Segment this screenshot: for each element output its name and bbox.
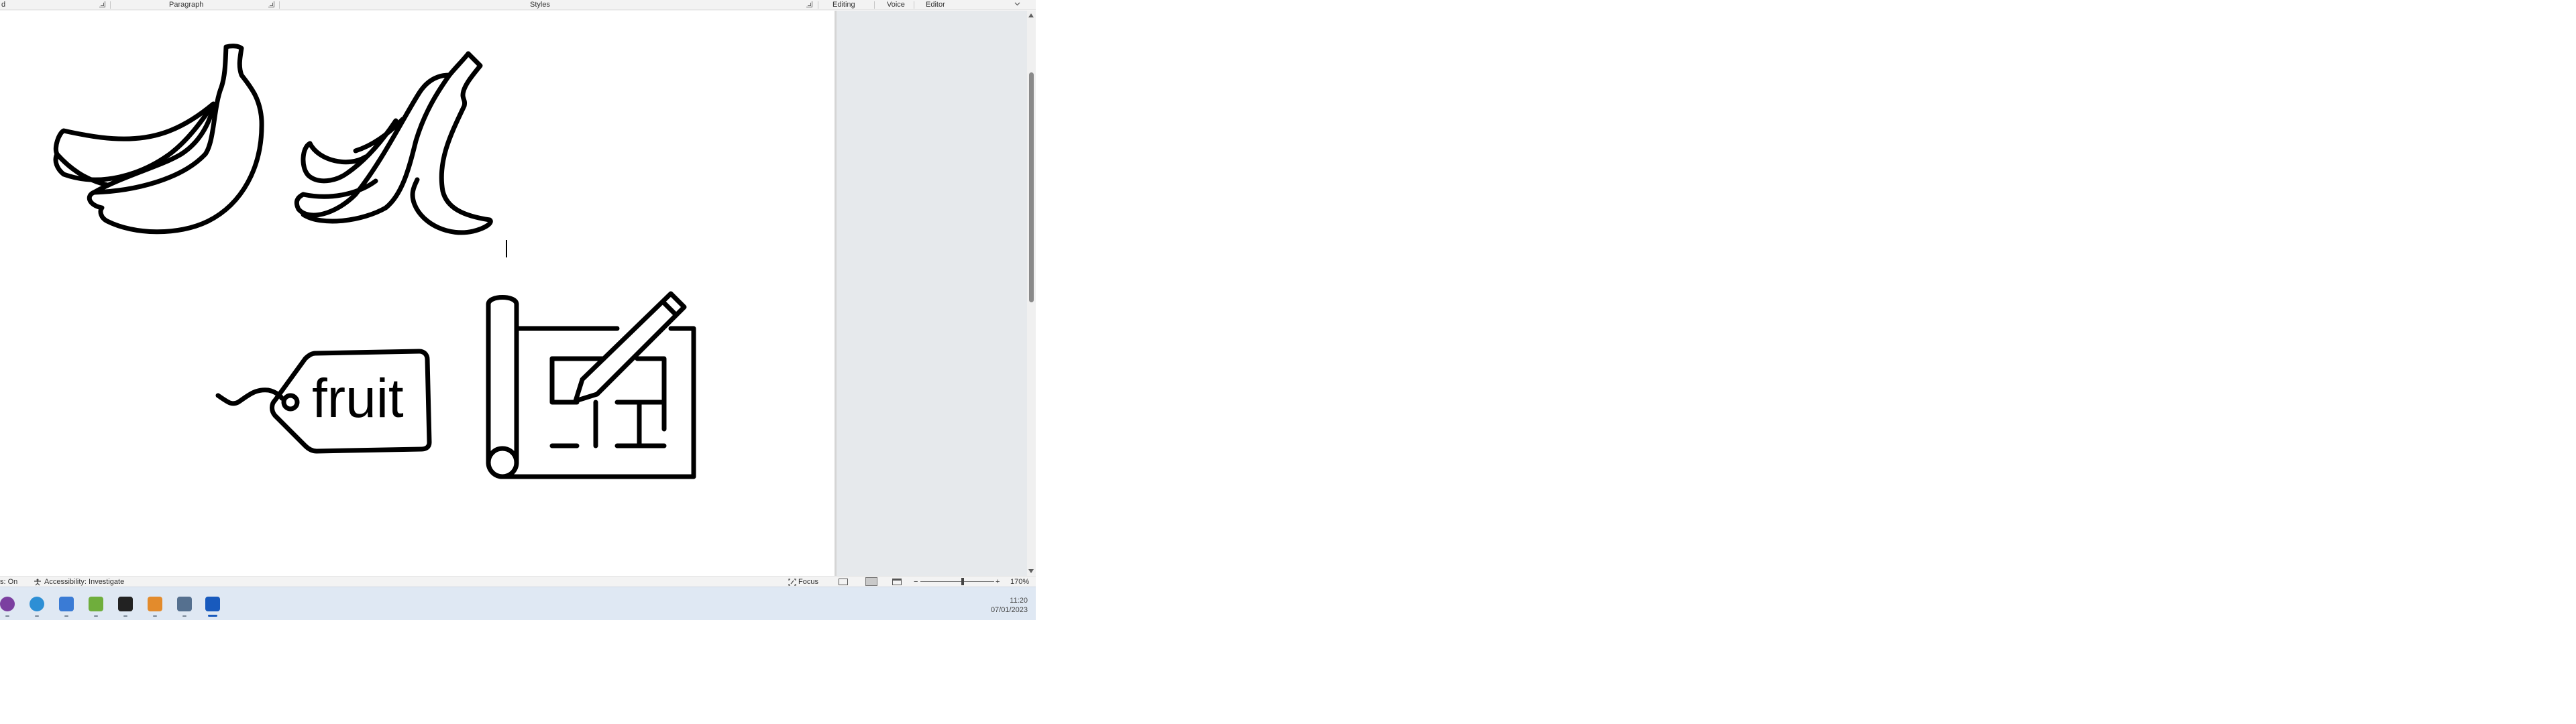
editor-group-label[interactable]: Editor [926, 1, 945, 9]
font-group-label: d [1, 1, 6, 9]
running-indicator [5, 615, 9, 617]
ribbon-collapse-chevron-icon[interactable] [1014, 0, 1020, 6]
running-indicator [35, 615, 39, 617]
web-layout-view-icon[interactable] [892, 579, 902, 585]
focus-icon [788, 578, 796, 586]
paragraph-dialog-launcher-icon[interactable] [268, 1, 274, 7]
running-indicator [153, 615, 157, 617]
paint-icon[interactable] [89, 597, 103, 611]
voice-group-label[interactable]: Voice [887, 1, 905, 9]
ribbon-group-labels: d Paragraph Styles Editing Voice Editor [0, 0, 1036, 10]
print-layout-view-icon[interactable] [865, 577, 877, 586]
notepad-icon[interactable] [177, 597, 192, 611]
vertical-scrollbar[interactable] [1027, 11, 1036, 576]
font-dialog-launcher-icon[interactable] [99, 1, 105, 7]
word-pad-icon[interactable] [59, 597, 74, 611]
bananas-icon[interactable] [53, 44, 264, 235]
ribbon-separator [110, 1, 111, 9]
edge-icon[interactable] [30, 597, 44, 611]
zoom-level[interactable]: 170% [1010, 578, 1029, 586]
tag-text: fruit [312, 368, 404, 429]
terminal-icon[interactable] [118, 597, 133, 611]
zoom-in-button[interactable]: + [996, 578, 1000, 586]
styles-group-label: Styles [530, 1, 550, 9]
clock-time: 11:20 [1010, 597, 1028, 605]
document-gutter [837, 11, 1027, 576]
focus-label: Focus [798, 578, 818, 586]
paragraph-group-label: Paragraph [169, 1, 204, 9]
peeled-banana-icon[interactable] [294, 51, 493, 235]
tor-browser-icon[interactable] [0, 597, 15, 611]
running-indicator [64, 615, 68, 617]
read-mode-view-icon[interactable] [839, 579, 848, 585]
blueprint-icon[interactable] [486, 291, 696, 479]
editing-group-label[interactable]: Editing [833, 1, 855, 9]
scroll-down-arrow-icon[interactable] [1028, 569, 1034, 573]
screen: d Paragraph Styles Editing Voice Editor [0, 0, 2576, 724]
zoom-slider-thumb[interactable] [961, 578, 964, 585]
running-indicator [94, 615, 98, 617]
clock-date: 07/01/2023 [990, 606, 1028, 614]
snipping-icon[interactable] [148, 597, 162, 611]
document-page[interactable]: fruit [0, 11, 835, 576]
ribbon-separator [279, 1, 280, 9]
active-indicator [208, 615, 217, 617]
scroll-up-arrow-icon[interactable] [1028, 13, 1034, 17]
running-indicator [123, 615, 127, 617]
status-bar: s: On Accessibility: Investigate Focus − [0, 576, 1036, 587]
styles-dialog-launcher-icon[interactable] [806, 1, 812, 7]
accessibility-label: Accessibility: Investigate [44, 578, 125, 586]
zoom-slider-track[interactable] [920, 581, 994, 582]
accessibility-status[interactable]: Accessibility: Investigate [34, 578, 124, 586]
word-icon[interactable] [205, 597, 220, 611]
track-changes-status[interactable]: s: On [0, 578, 17, 586]
focus-mode-button[interactable]: Focus [788, 578, 818, 586]
accessibility-icon [34, 579, 41, 585]
running-indicator [182, 615, 186, 617]
system-clock[interactable]: 11:20 07/01/2023 [991, 596, 1028, 615]
taskbar: 11:20 07/01/2023 [0, 587, 1036, 620]
scroll-thumb[interactable] [1029, 72, 1034, 302]
zoom-out-button[interactable]: − [914, 578, 918, 586]
ribbon-separator [874, 1, 875, 9]
word-window: d Paragraph Styles Editing Voice Editor [0, 0, 1036, 620]
